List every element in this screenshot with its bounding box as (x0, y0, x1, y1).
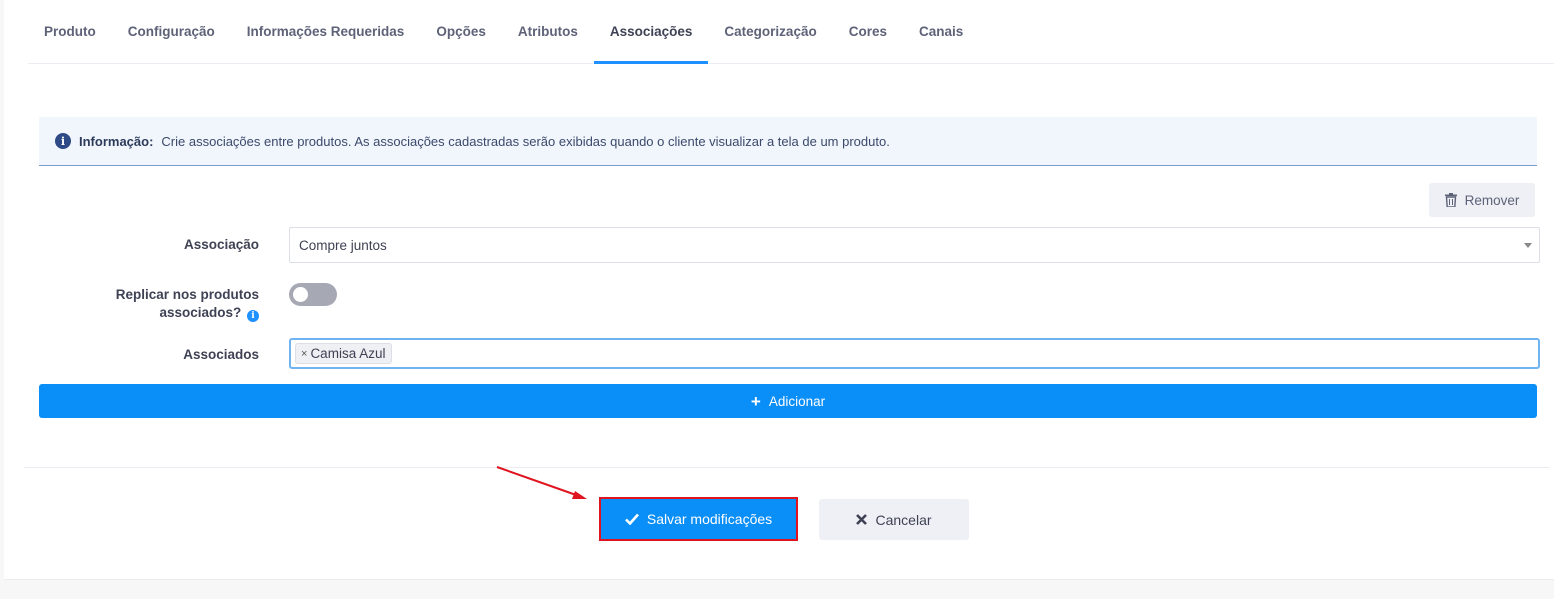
alert-text: Crie associações entre produtos. As asso… (161, 133, 890, 149)
info-icon: i (55, 133, 71, 149)
close-icon (856, 514, 868, 525)
tab-produto[interactable]: Produto (28, 0, 112, 63)
tab-bar: Produto Configuração Informações Requeri… (28, 0, 1554, 64)
footer-divider (24, 467, 1550, 468)
tab-associacoes[interactable]: Associações (593, 0, 709, 64)
cancel-button-label: Cancelar (875, 511, 932, 528)
replicate-label-line2-wrap: associados? i (60, 304, 259, 322)
tab-informacoes-requeridas[interactable]: Informações Requeridas (231, 0, 421, 63)
annotation-arrow-icon (496, 466, 587, 499)
alert-label: Informação: (79, 133, 154, 149)
replicate-toggle[interactable] (289, 283, 337, 306)
replicate-label-line1: Replicar nos produtos (115, 287, 259, 302)
tab-cores[interactable]: Cores (833, 0, 903, 63)
info-icon[interactable]: i (247, 310, 259, 322)
association-select-value: Compre juntos (299, 237, 387, 253)
tab-categorizacao[interactable]: Categorização (708, 0, 832, 63)
tab-opcoes[interactable]: Opções (420, 0, 502, 63)
info-alert: i Informação: Crie associações entre pro… (39, 117, 1537, 166)
check-icon (624, 513, 639, 525)
add-button[interactable]: + Adicionar (39, 384, 1537, 418)
tab-configuracao[interactable]: Configuração (112, 0, 231, 63)
toggle-knob (293, 287, 308, 302)
tab-canais[interactable]: Canais (903, 0, 979, 63)
association-select[interactable]: Compre juntos (289, 227, 1540, 263)
save-button[interactable]: Salvar modificações (599, 497, 798, 541)
trash-icon (1444, 193, 1457, 207)
tab-atributos[interactable]: Atributos (502, 0, 594, 63)
associated-tag-label: Camisa Azul (310, 346, 386, 361)
add-button-label: Adicionar (768, 393, 826, 409)
associated-tags-input[interactable]: × Camisa Azul (289, 338, 1540, 369)
associated-label: Associados (183, 347, 259, 362)
plus-icon: + (750, 391, 761, 411)
replicate-label: Replicar nos produtos associados? i (60, 286, 259, 322)
remove-tag-icon[interactable]: × (301, 348, 307, 360)
save-button-label: Salvar modificações (646, 511, 773, 527)
chevron-down-icon (1524, 243, 1532, 248)
association-label: Associação (183, 237, 259, 252)
cancel-button[interactable]: Cancelar (819, 499, 969, 540)
remove-button[interactable]: Remover (1429, 183, 1535, 217)
associated-tag: × Camisa Azul (295, 343, 393, 364)
replicate-label-line2: associados? (159, 305, 242, 320)
remove-button-label: Remover (1464, 192, 1520, 208)
